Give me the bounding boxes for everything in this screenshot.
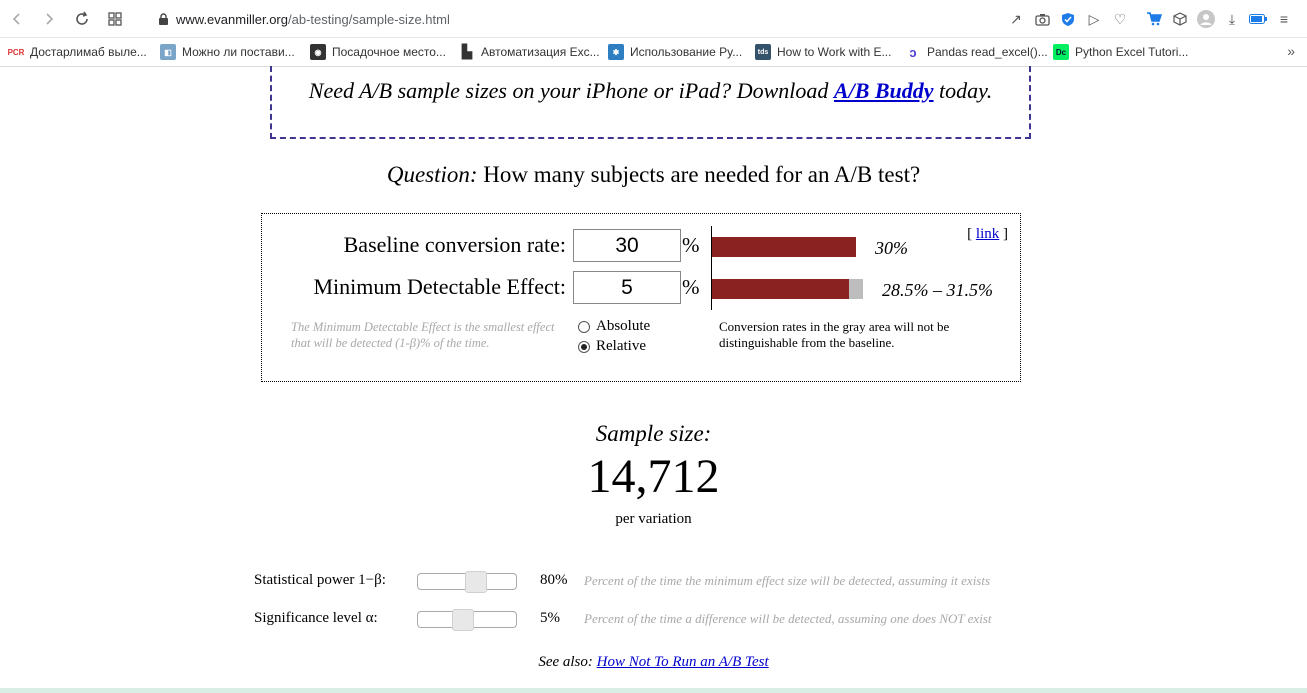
url-domain: www.evanmiller.org xyxy=(176,11,288,27)
significance-slider[interactable] xyxy=(417,609,517,631)
bookmark-item[interactable]: ▙ Автоматизация Exc... xyxy=(459,44,600,60)
lock-icon[interactable] xyxy=(150,12,176,26)
power-slider-thumb[interactable] xyxy=(465,571,488,593)
bookmark-item[interactable]: ◉ Посадочное место... xyxy=(310,44,446,60)
mde-unit: % xyxy=(682,275,700,299)
promo-text-end: today. xyxy=(933,78,993,103)
see-also: See also: How Not To Run an A/B Test xyxy=(0,654,1307,671)
see-also-link[interactable]: How Not To Run an A/B Test xyxy=(597,654,769,670)
address-bar[interactable]: www.evanmiller.org/ab-testing/sample-siz… xyxy=(150,6,980,32)
mde-low-bar xyxy=(712,279,849,299)
sample-size-value: 14,712 xyxy=(587,450,720,503)
datacamp-icon: Dc xyxy=(1053,44,1069,60)
promo-banner: Need A/B sample sizes on your iPhone or … xyxy=(270,66,1031,139)
question-text: How many subjects are needed for an A/B … xyxy=(477,162,921,187)
bookmark-item[interactable]: ✱ Использование Py... xyxy=(608,44,742,60)
download-icon[interactable]: ⤓ xyxy=(1219,8,1245,30)
bookmark-label: How to Work with E... xyxy=(777,45,892,59)
link-bracket-open: [ xyxy=(967,226,976,242)
camera-icon: ◉ xyxy=(310,44,326,60)
significance-slider-thumb[interactable] xyxy=(452,609,475,631)
bookmark-label: Можно ли постави... xyxy=(182,45,295,59)
heart-icon[interactable]: ♡ xyxy=(1107,8,1133,30)
bookmark-item[interactable]: Dc Python Excel Tutori... xyxy=(1053,44,1188,60)
option-absolute[interactable]: Absolute xyxy=(578,318,650,335)
page-question: Question: How many subjects are needed f… xyxy=(0,162,1307,188)
document-icon: ▙ xyxy=(462,44,472,59)
link-bracket-close: ] xyxy=(999,226,1008,242)
baseline-bar xyxy=(712,237,856,257)
snapshot-icon[interactable] xyxy=(1029,8,1055,30)
mde-input[interactable]: 5 xyxy=(573,271,681,304)
power-value: 80% xyxy=(540,572,568,588)
bookmark-item[interactable]: PCR Достарлимаб выле... xyxy=(8,44,147,60)
calculator-panel: [ link ] Baseline conversion rate: 30 % … xyxy=(261,213,1021,382)
tds-icon: tds xyxy=(755,44,771,60)
bookmark-item[interactable]: ◧ Можно ли постави... xyxy=(160,44,295,60)
relative-label: Relative xyxy=(596,338,646,354)
relative-radio[interactable] xyxy=(578,340,590,353)
dataquest-icon: ↄ xyxy=(909,44,917,60)
mde-label: Minimum Detectable Effect: xyxy=(313,274,566,299)
absolute-label: Absolute xyxy=(596,318,651,334)
share-icon[interactable]: ↗ xyxy=(1003,8,1029,30)
mde-bar-value: 28.5% – 31.5% xyxy=(882,280,993,300)
bookmarks-bar: PCR Достарлимаб выле... ◧ Можно ли поста… xyxy=(0,38,1307,67)
url-path: /ab-testing/sample-size.html xyxy=(288,11,450,27)
power-description: Percent of the time the minimum effect s… xyxy=(584,573,991,588)
question-label: Question: xyxy=(386,162,478,187)
baseline-unit: % xyxy=(682,233,700,257)
mde-gray-range xyxy=(848,279,864,299)
sample-size-label: Sample size: xyxy=(595,421,712,446)
star-icon: ✱ xyxy=(608,44,624,60)
bookmark-label: Использование Py... xyxy=(630,45,743,59)
see-also-label: See also: xyxy=(538,654,597,670)
send-icon[interactable]: ▷ xyxy=(1081,8,1107,30)
bookmark-label: Pandas read_excel()... xyxy=(927,45,1048,59)
bookmarks-overflow-icon[interactable]: » xyxy=(1287,43,1295,59)
bookmark-item[interactable]: tds How to Work with E... xyxy=(755,44,891,60)
promo-text: Need A/B sample sizes on your iPhone or … xyxy=(308,78,834,103)
shield-icon[interactable] xyxy=(1055,8,1081,30)
mde-hint: The Minimum Detectable Effect is the sma… xyxy=(291,320,555,350)
browser-toolbar: www.evanmiller.org/ab-testing/sample-siz… xyxy=(0,0,1307,38)
toolbar-actions: ↗ ▷ ♡ ⤓ ≡ xyxy=(1003,8,1297,30)
reload-icon[interactable] xyxy=(71,8,93,30)
significance-description: Percent of the time a difference will be… xyxy=(584,611,992,626)
option-relative[interactable]: Relative xyxy=(578,338,646,355)
cart-icon[interactable] xyxy=(1141,8,1167,30)
page-icon: ◧ xyxy=(160,44,176,60)
cube-icon[interactable] xyxy=(1167,8,1193,30)
significance-value: 5% xyxy=(540,610,560,626)
ab-buddy-link[interactable]: A/B Buddy xyxy=(834,78,934,103)
pcr-icon: PCR xyxy=(7,47,25,57)
back-icon[interactable] xyxy=(6,8,28,30)
sample-size-unit: per variation xyxy=(615,511,692,527)
battery-icon[interactable] xyxy=(1245,8,1271,30)
bookmark-item[interactable]: ↄ Pandas read_excel()... xyxy=(905,44,1048,60)
bookmark-label: Достарлимаб выле... xyxy=(30,45,147,59)
speed-dial-icon[interactable] xyxy=(104,8,126,30)
gray-area-note: Conversion rates in the gray area will n… xyxy=(719,319,950,350)
power-label: Statistical power 1−β: xyxy=(254,572,386,588)
avatar-icon[interactable] xyxy=(1193,8,1219,30)
bookmark-label: Python Excel Tutori... xyxy=(1075,45,1189,59)
significance-label: Significance level α: xyxy=(254,610,378,626)
menu-icon[interactable]: ≡ xyxy=(1271,8,1297,30)
forward-icon[interactable] xyxy=(38,8,60,30)
bookmark-label: Посадочное место... xyxy=(332,45,446,59)
bookmark-label: Автоматизация Exc... xyxy=(481,45,600,59)
permalink: [ link ] xyxy=(967,226,1008,243)
baseline-label: Baseline conversion rate: xyxy=(343,232,566,257)
permalink-link[interactable]: link xyxy=(976,226,999,242)
bottom-strip xyxy=(0,688,1307,693)
power-slider[interactable] xyxy=(417,571,517,593)
baseline-input[interactable]: 30 xyxy=(573,229,681,262)
baseline-bar-value: 30% xyxy=(875,238,908,258)
absolute-radio[interactable] xyxy=(578,320,590,333)
